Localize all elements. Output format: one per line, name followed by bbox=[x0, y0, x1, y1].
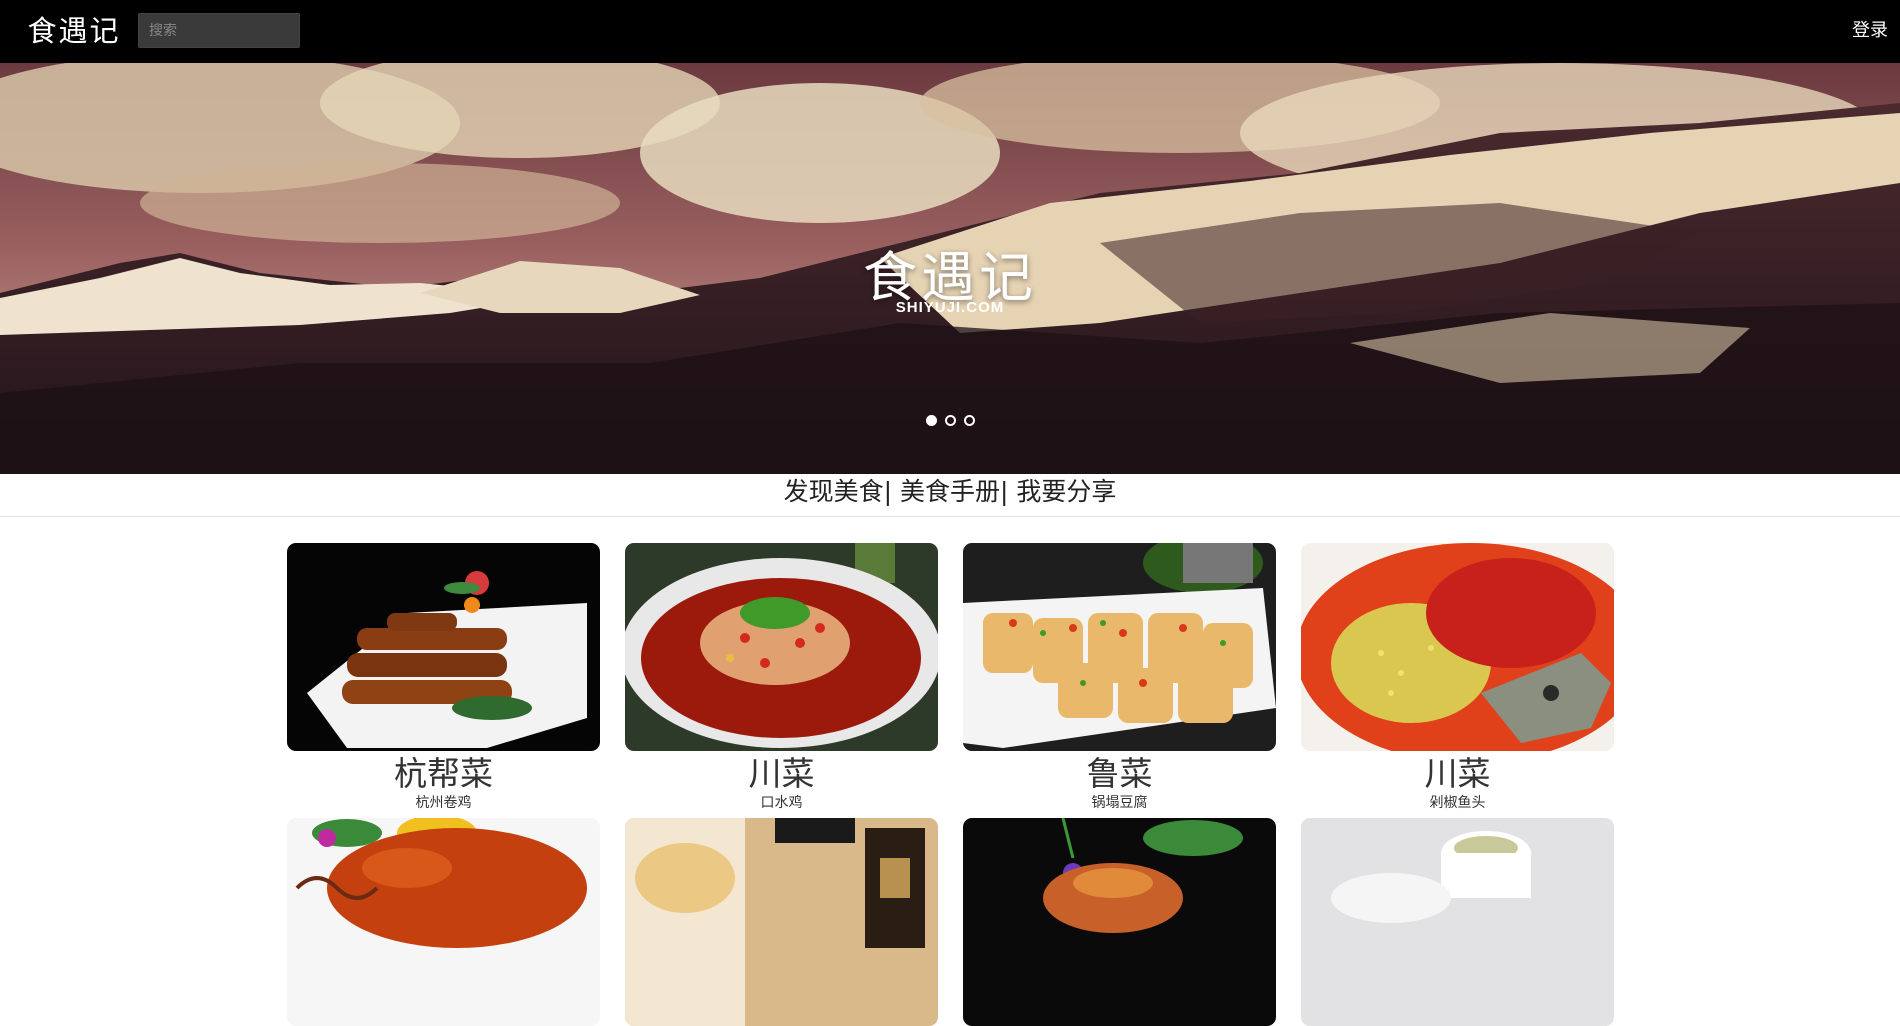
site-logo[interactable]: 食遇记 bbox=[24, 12, 124, 50]
dish-name[interactable]: 锅塌豆腐 bbox=[963, 795, 1276, 811]
hero-banner[interactable]: 食遇记 SHIYUJI.COM bbox=[0, 63, 1900, 474]
dish-card[interactable]: 川菜 剁椒鱼头 bbox=[1301, 543, 1614, 811]
dish-card[interactable] bbox=[287, 818, 600, 1026]
dish-card[interactable]: 鲁菜 锅塌豆腐 bbox=[963, 543, 1276, 811]
sweet-sour-ribs-photo[interactable] bbox=[287, 818, 600, 1026]
nav-food-handbook[interactable]: 美食手册 bbox=[900, 477, 1000, 506]
dish-name[interactable]: 杭州卷鸡 bbox=[287, 795, 600, 811]
dish-card[interactable]: 川菜 口水鸡 bbox=[625, 543, 938, 811]
nav-discover-food[interactable]: 发现美食 bbox=[784, 477, 884, 506]
dish-category: 川菜 bbox=[748, 754, 815, 793]
search-input[interactable] bbox=[138, 13, 300, 48]
dish-name[interactable]: 剁椒鱼头 bbox=[1301, 795, 1614, 811]
dish-category: 鲁菜 bbox=[1086, 754, 1153, 793]
drink-bottle-photo[interactable] bbox=[625, 818, 938, 1026]
top-bar: 食遇记 登录 bbox=[0, 0, 1900, 63]
main-nav: 发现美食| 美食手册| 我要分享 bbox=[0, 474, 1900, 517]
dish-category: 杭帮菜 bbox=[394, 754, 493, 793]
carousel-dot-2[interactable] bbox=[944, 415, 956, 426]
chili-chicken-photo[interactable] bbox=[625, 543, 938, 751]
carousel-dot-3[interactable] bbox=[963, 415, 975, 426]
carousel-indicators bbox=[0, 415, 1900, 426]
chili-fish-head-photo[interactable] bbox=[1301, 543, 1614, 751]
carousel-dot-1[interactable] bbox=[925, 415, 937, 426]
fried-tofu-photo[interactable] bbox=[963, 543, 1276, 751]
dish-card[interactable] bbox=[963, 818, 1276, 1026]
banner-subtitle: SHIYUJI.COM bbox=[895, 299, 1005, 316]
login-link[interactable]: 登录 bbox=[1852, 16, 1888, 42]
dish-card[interactable] bbox=[1301, 818, 1614, 1026]
soup-cup-photo[interactable] bbox=[1301, 818, 1614, 1026]
stir-fry-photo[interactable] bbox=[963, 818, 1276, 1026]
nav-separator: | bbox=[883, 477, 900, 506]
braised-rolls-photo[interactable] bbox=[287, 543, 600, 751]
dish-name[interactable]: 口水鸡 bbox=[625, 795, 938, 811]
nav-separator: | bbox=[1000, 477, 1017, 506]
dish-card[interactable] bbox=[625, 818, 938, 1026]
dish-card[interactable]: 杭帮菜 杭州卷鸡 bbox=[287, 543, 600, 811]
dish-category: 川菜 bbox=[1424, 754, 1491, 793]
nav-share[interactable]: 我要分享 bbox=[1016, 477, 1116, 506]
